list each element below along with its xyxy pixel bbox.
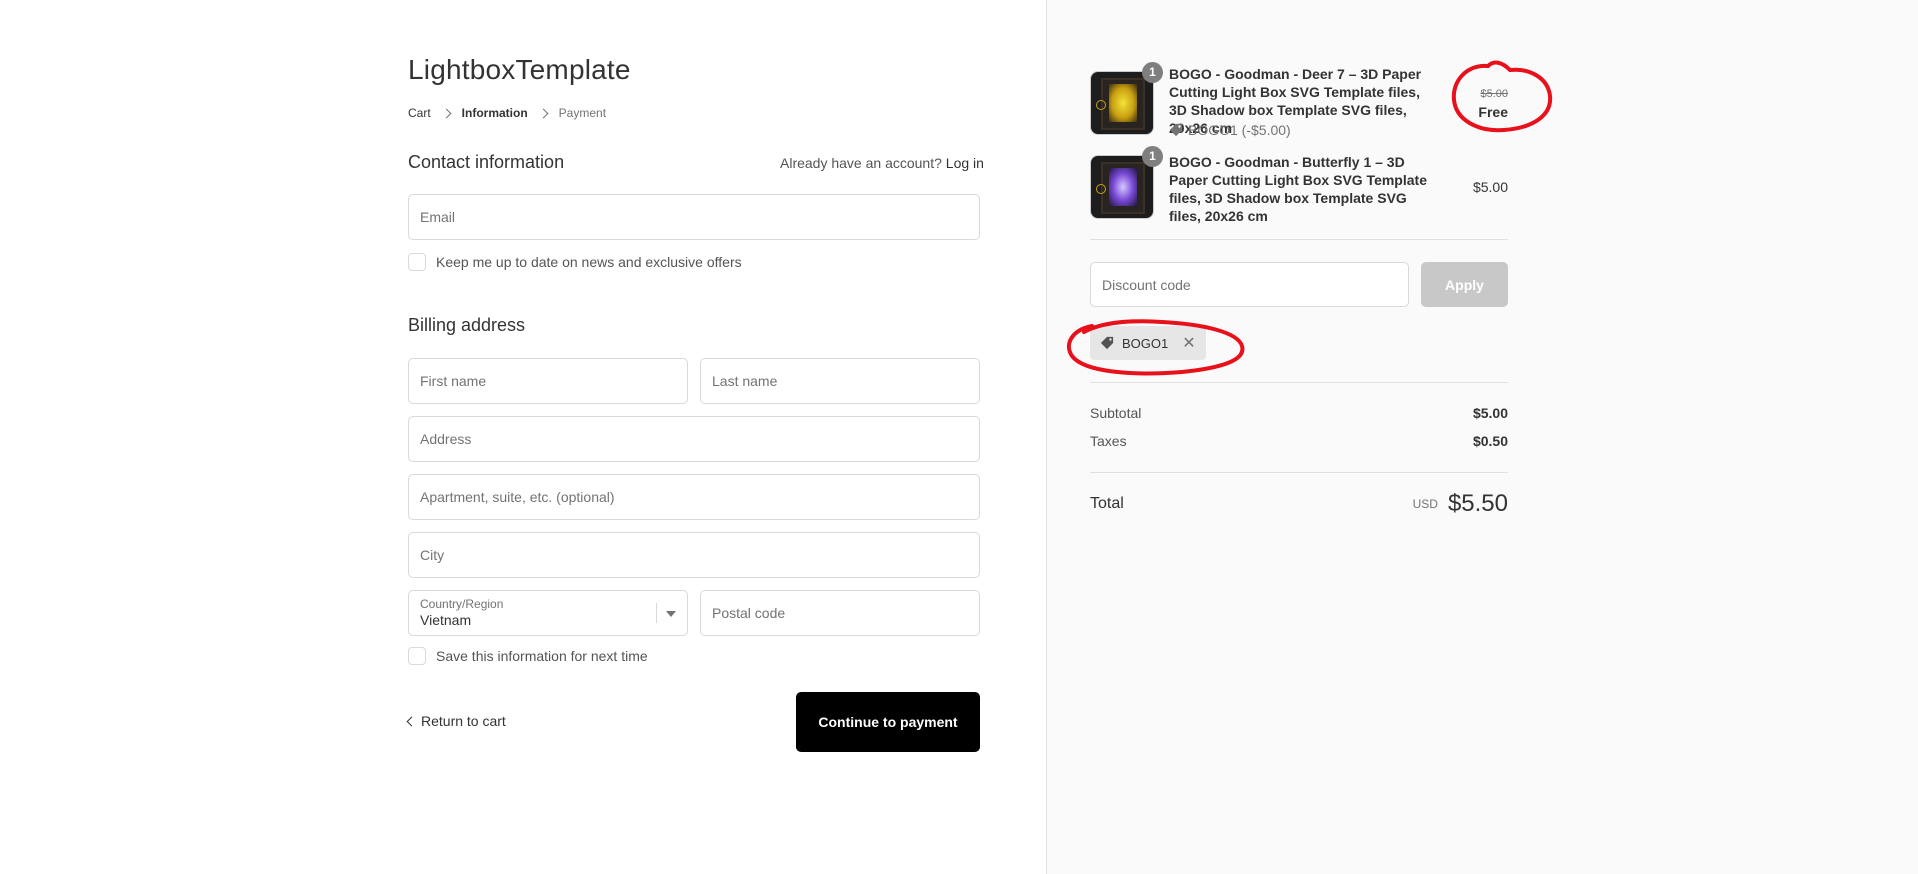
contact-heading: Contact information xyxy=(408,152,565,172)
total-amount: $5.50 xyxy=(1447,490,1508,517)
divider xyxy=(1090,239,1508,240)
discount-code-field[interactable] xyxy=(1090,262,1409,307)
address-input[interactable] xyxy=(420,417,979,461)
country-value: Vietnam xyxy=(420,612,472,628)
return-to-cart-link[interactable]: Return to cart xyxy=(406,713,506,729)
save-info-option[interactable]: Save this information for next time xyxy=(408,647,648,665)
save-info-checkbox[interactable] xyxy=(408,647,426,665)
brand-logo-icon xyxy=(1096,184,1106,194)
shop-title[interactable]: LightboxTemplate xyxy=(408,54,631,86)
newsletter-option[interactable]: Keep me up to date on news and exclusive… xyxy=(408,253,742,271)
lightbox-glow xyxy=(1109,168,1137,206)
total-amount-group: USD $5.50 xyxy=(1413,490,1508,518)
email-field[interactable] xyxy=(408,194,980,240)
applied-code-label: BOGO1 xyxy=(1122,335,1169,351)
caret-down-icon xyxy=(666,611,676,617)
applied-discount-tag: BOGO1 ✕ xyxy=(1090,326,1206,360)
product-thumbnail xyxy=(1090,71,1154,135)
billing-heading: Billing address xyxy=(408,315,526,335)
taxes-row: Taxes $0.50 xyxy=(1090,433,1508,449)
apply-discount-button[interactable]: Apply xyxy=(1421,262,1508,307)
subtotal-row: Subtotal $5.00 xyxy=(1090,405,1508,421)
lightbox-glow xyxy=(1109,84,1137,122)
first-name-input[interactable] xyxy=(420,359,687,403)
product-thumbnail xyxy=(1090,155,1154,219)
return-to-cart-label: Return to cart xyxy=(421,713,506,729)
product-discount-text: BOGO1 (-$5.00) xyxy=(1188,122,1291,138)
save-info-label: Save this information for next time xyxy=(436,648,648,664)
email-input[interactable] xyxy=(420,195,979,239)
taxes-label: Taxes xyxy=(1090,433,1127,449)
chevron-right-icon xyxy=(538,108,549,118)
select-divider xyxy=(656,603,657,623)
subtotal-value: $5.00 xyxy=(1472,405,1508,421)
divider xyxy=(1090,382,1508,383)
quantity-badge: 1 xyxy=(1142,146,1163,167)
newsletter-label: Keep me up to date on news and exclusive… xyxy=(436,254,742,270)
breadcrumb-payment: Payment xyxy=(558,106,607,120)
city-input[interactable] xyxy=(420,533,979,577)
taxes-value: $0.50 xyxy=(1472,433,1508,449)
item-price: $5.00 xyxy=(1472,179,1508,195)
account-prompt: Already have an account? Log in xyxy=(780,155,984,171)
last-name-input[interactable] xyxy=(712,359,979,403)
brand-logo-icon xyxy=(1096,100,1106,110)
first-name-field[interactable] xyxy=(408,358,688,404)
original-price: $5.00 xyxy=(1480,88,1508,100)
total-row: Total USD $5.50 xyxy=(1090,490,1508,518)
continue-to-payment-button[interactable]: Continue to payment xyxy=(796,692,980,752)
account-prompt-text: Already have an account? xyxy=(780,155,942,171)
breadcrumb: Cart Information Payment xyxy=(408,106,606,120)
product-discount: BOGO1 (-$5.00) xyxy=(1169,122,1291,138)
chevron-right-icon xyxy=(441,108,452,118)
apartment-input[interactable] xyxy=(420,475,979,519)
breadcrumb-information: Information xyxy=(461,106,528,120)
newsletter-checkbox[interactable] xyxy=(408,253,426,271)
breadcrumb-cart[interactable]: Cart xyxy=(408,106,431,120)
checkout-main-panel: LightboxTemplate Cart Information Paymen… xyxy=(0,0,1046,874)
country-select[interactable]: Country/Region Vietnam xyxy=(408,590,688,636)
login-link[interactable]: Log in xyxy=(946,155,984,171)
close-icon[interactable]: ✕ xyxy=(1182,333,1195,353)
country-label: Country/Region xyxy=(420,597,504,611)
tag-icon xyxy=(1169,123,1183,137)
city-field[interactable] xyxy=(408,532,980,578)
address-field[interactable] xyxy=(408,416,980,462)
subtotal-label: Subtotal xyxy=(1090,405,1142,421)
postal-code-input[interactable] xyxy=(712,591,979,635)
chevron-left-icon xyxy=(406,716,417,726)
postal-code-field[interactable] xyxy=(700,590,980,636)
divider xyxy=(1090,472,1508,473)
last-name-field[interactable] xyxy=(700,358,980,404)
total-label: Total xyxy=(1090,495,1124,512)
apartment-field[interactable] xyxy=(408,474,980,520)
product-title: BOGO - Goodman - Butterfly 1 – 3D Paper … xyxy=(1169,154,1427,224)
currency-code: USD xyxy=(1412,497,1438,511)
quantity-badge: 1 xyxy=(1142,62,1163,83)
item-price: Free xyxy=(1478,104,1508,120)
tag-icon xyxy=(1100,336,1114,350)
discount-code-input[interactable] xyxy=(1102,263,1408,306)
